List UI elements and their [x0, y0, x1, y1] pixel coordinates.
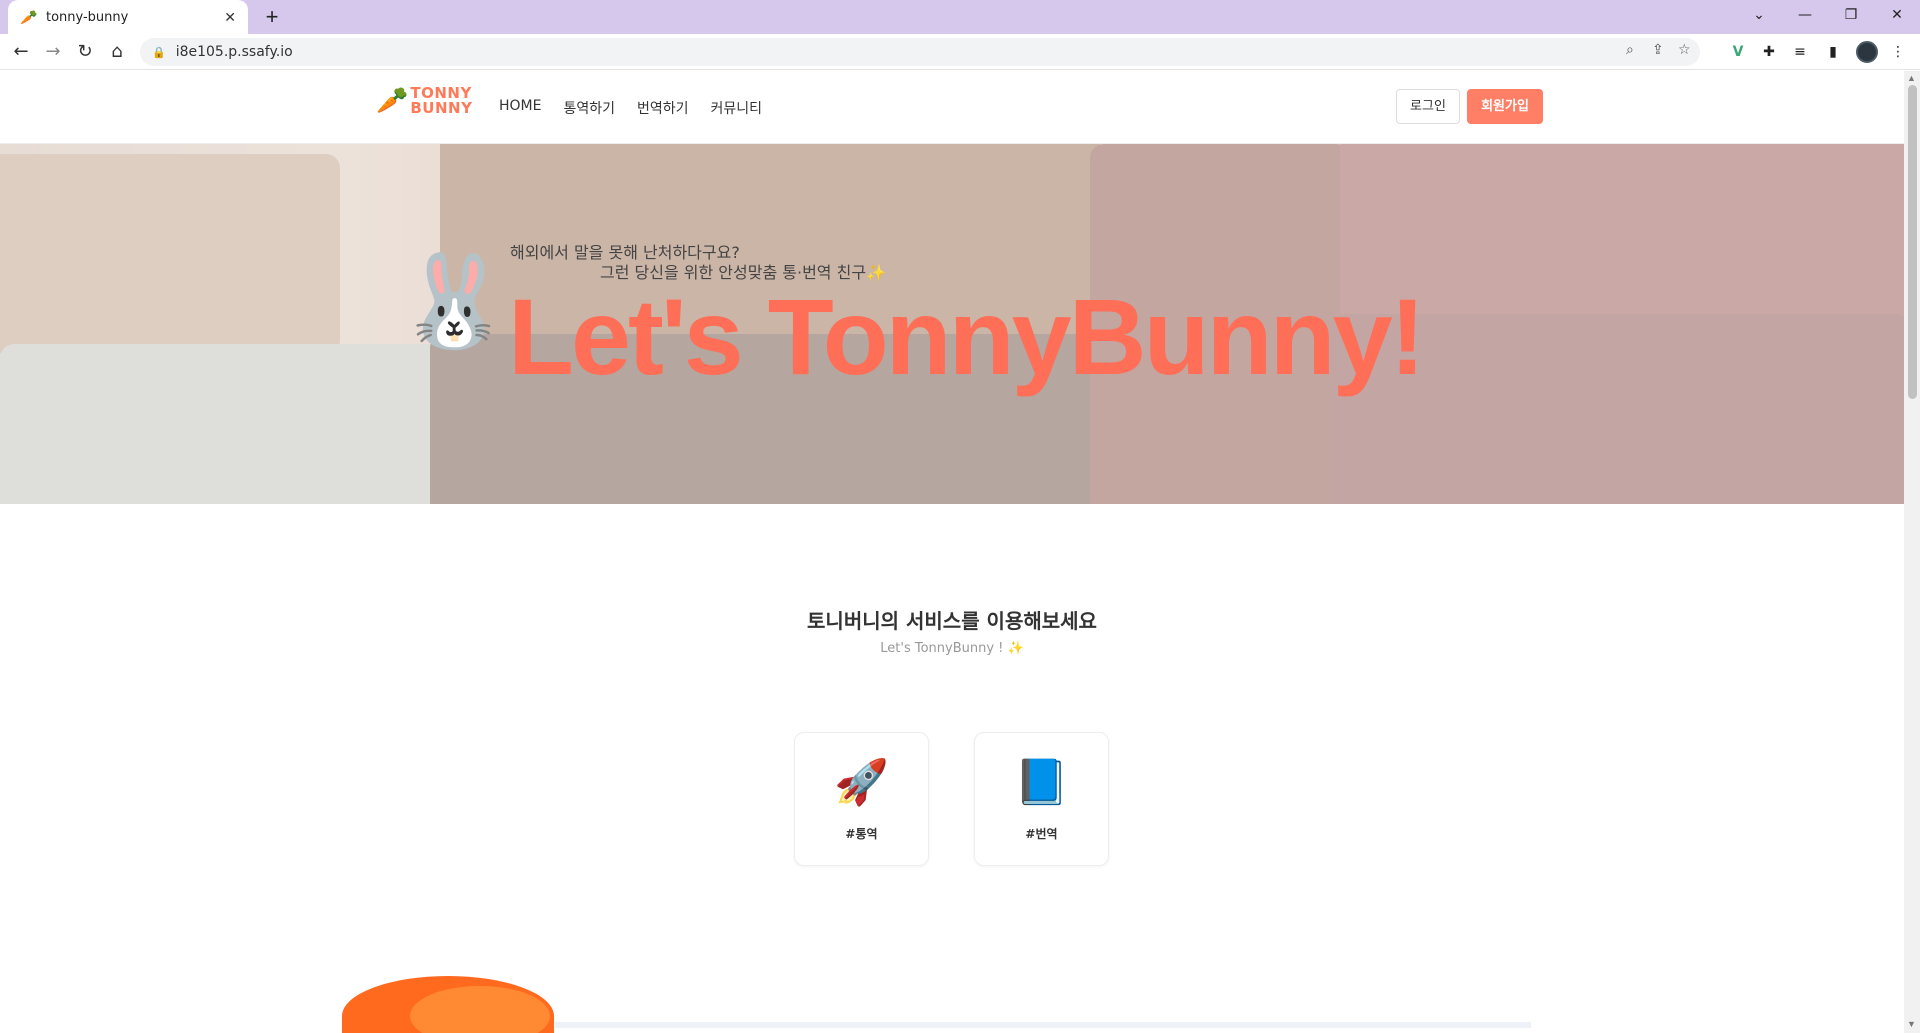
logo-line-2: BUNNY [410, 98, 473, 117]
nav-translate[interactable]: 번역하기 [637, 98, 689, 118]
service-card-interpret[interactable]: 🚀 #통역 [794, 732, 929, 866]
scrollbar-thumb[interactable] [1908, 85, 1917, 399]
browser-tab-bar: 🥕 tonny-bunny ✕ + ⌄ — ❐ ✕ [0, 0, 1920, 34]
main-nav: HOME 통역하기 번역하기 커뮤니티 [499, 98, 762, 118]
browser-tab[interactable]: 🥕 tonny-bunny ✕ [8, 0, 248, 34]
home-icon[interactable]: ⌂ [105, 40, 129, 64]
browser-toolbar: ← → ↻ ⌂ 🔒 i8e105.p.ssafy.io ⌕ ⇪ ☆ V ✚ ≡ … [0, 34, 1920, 70]
tab-title: tonny-bunny [46, 9, 129, 25]
scroll-up-arrow-icon[interactable]: ▲ [1907, 73, 1916, 83]
service-card-translate[interactable]: 📘 #번역 [974, 732, 1109, 866]
page-scrollbar[interactable]: ▲ ▼ [1904, 71, 1920, 1033]
media-control-icon[interactable]: ≡ [1790, 42, 1810, 62]
close-tab-icon[interactable]: ✕ [224, 9, 236, 26]
nav-home[interactable]: HOME [499, 98, 541, 118]
signup-button[interactable]: 회원가입 [1467, 89, 1543, 124]
decorative-divider [555, 1022, 1531, 1028]
rocket-icon: 🚀 [834, 758, 889, 807]
more-menu-icon[interactable]: ⋮ [1888, 42, 1908, 62]
forward-icon[interactable]: → [41, 40, 65, 64]
logo-text: TONNY BUNNY [410, 85, 473, 117]
lock-icon[interactable]: 🔒 [152, 46, 166, 59]
new-tab-button[interactable]: + [258, 4, 286, 30]
hero-title: Let's TonnyBunny! [508, 276, 1426, 397]
services-subtitle: Let's TonnyBunny ! ✨ [880, 641, 1024, 656]
carrot-favicon-icon: 🥕 [20, 8, 38, 25]
vue-devtools-extension-icon[interactable]: V [1728, 42, 1748, 62]
bunny-icon: 🐰 [398, 252, 511, 352]
side-panel-icon[interactable]: ▮ [1823, 42, 1843, 62]
services-title: 토니버니의 서비스를 이용해보세요 [807, 609, 1097, 633]
back-icon[interactable]: ← [9, 40, 33, 64]
book-icon: 📘 [1014, 758, 1069, 807]
address-bar[interactable]: 🔒 i8e105.p.ssafy.io ⌕ ⇪ ☆ [140, 38, 1700, 66]
site-logo[interactable]: 🥕 TONNY BUNNY [376, 85, 472, 116]
service-card-label: #번역 [1025, 827, 1058, 841]
extensions-puzzle-icon[interactable]: ✚ [1759, 42, 1779, 62]
profile-avatar[interactable] [1856, 41, 1878, 63]
site-header: 🥕 TONNY BUNNY HOME 통역하기 번역하기 커뮤니티 로그인 회원… [0, 71, 1904, 144]
nav-community[interactable]: 커뮤니티 [711, 98, 763, 118]
scroll-down-arrow-icon[interactable]: ▼ [1907, 1019, 1916, 1029]
carrot-logo-icon: 🥕 [376, 85, 409, 115]
minimize-button[interactable]: — [1782, 0, 1828, 30]
bookmark-star-icon[interactable]: ☆ [1678, 42, 1691, 58]
zoom-icon[interactable]: ⌕ [1626, 42, 1634, 58]
reload-icon[interactable]: ↻ [73, 40, 97, 64]
login-button[interactable]: 로그인 [1396, 89, 1460, 124]
hero-banner: 해외에서 말을 못해 난처하다구요? 그런 당신을 위한 안성맞춤 통·번역 친… [0, 144, 1904, 504]
service-card-label: #통역 [845, 827, 878, 841]
restore-button[interactable]: ❐ [1828, 0, 1874, 30]
close-window-button[interactable]: ✕ [1874, 0, 1920, 30]
nav-interpret[interactable]: 통역하기 [563, 98, 615, 118]
page-viewport: 🥕 TONNY BUNNY HOME 통역하기 번역하기 커뮤니티 로그인 회원… [0, 71, 1904, 1033]
tab-search-icon[interactable]: ⌄ [1736, 0, 1782, 30]
share-icon[interactable]: ⇪ [1652, 42, 1664, 58]
url-text[interactable]: i8e105.p.ssafy.io [176, 44, 293, 60]
